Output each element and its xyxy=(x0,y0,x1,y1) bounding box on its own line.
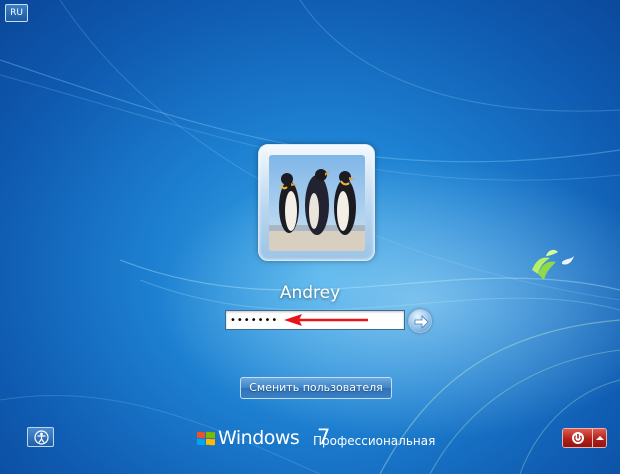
brand-edition: Профессиональная xyxy=(313,434,436,448)
switch-user-button[interactable]: Сменить пользователя xyxy=(240,377,392,399)
ease-of-access-button[interactable] xyxy=(27,427,54,447)
submit-button[interactable] xyxy=(408,309,432,333)
power-options-button[interactable] xyxy=(593,429,606,447)
windows-logo-icon xyxy=(197,431,215,446)
user-name: Andrey xyxy=(279,283,341,303)
user-avatar xyxy=(258,144,375,261)
language-button[interactable]: RU xyxy=(5,4,28,22)
penguins-photo-icon xyxy=(269,155,365,251)
password-input[interactable] xyxy=(225,310,405,330)
bird-decoration xyxy=(532,249,574,280)
arrow-right-icon xyxy=(414,315,429,329)
power-icon xyxy=(572,432,584,444)
chevron-up-icon xyxy=(596,436,604,440)
shutdown-button[interactable] xyxy=(563,429,593,447)
power-controls xyxy=(562,428,607,448)
ease-of-access-icon xyxy=(34,430,49,445)
brand-name: Windows xyxy=(218,427,300,449)
